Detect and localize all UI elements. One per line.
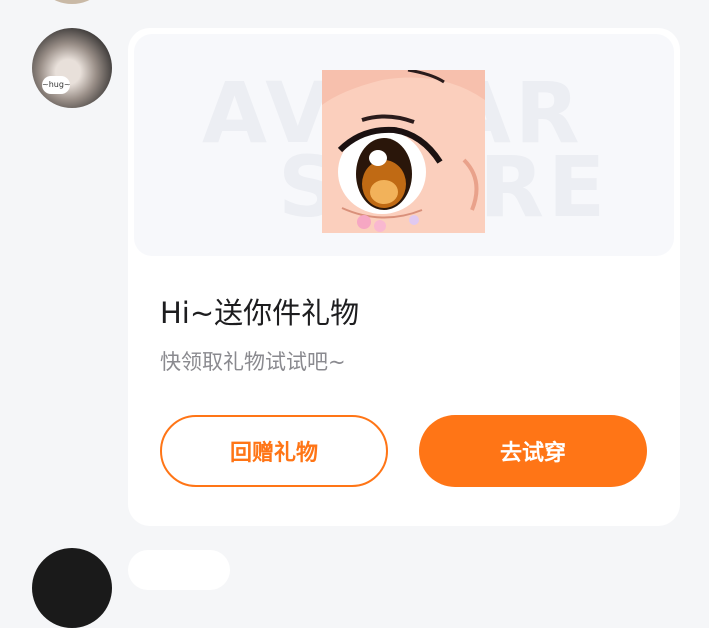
gift-item-image [322,70,485,233]
try-on-button[interactable]: 去试穿 [419,415,647,487]
previous-avatar[interactable] [32,0,112,4]
next-avatar[interactable] [32,548,112,628]
anime-eye-icon [322,70,485,233]
sender-avatar[interactable]: ~hug~ [32,28,112,108]
card-subtitle: 快领取礼物试试吧~ [160,350,346,374]
gift-message-card: AVATAR STORE Hi~送你件礼物 快领取礼物试试 [128,28,680,526]
card-title: Hi~送你件礼物 [160,296,360,330]
gift-back-button[interactable]: 回赠礼物 [160,415,388,487]
gift-preview[interactable]: AVATAR STORE [134,34,674,256]
next-message-card [128,550,230,590]
avatar-bubble: ~hug~ [42,76,71,94]
